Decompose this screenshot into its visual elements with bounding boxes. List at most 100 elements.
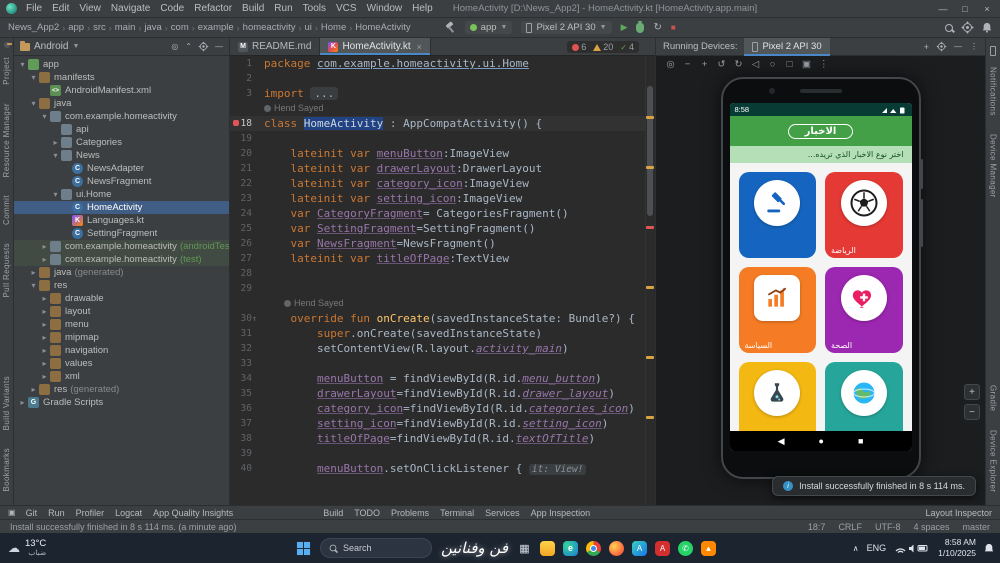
settings-gear-icon[interactable] xyxy=(963,23,972,32)
category-card[interactable] xyxy=(739,172,817,258)
code-line[interactable]: 2 xyxy=(230,71,645,86)
home-nav-icon[interactable]: ● xyxy=(819,436,824,446)
author-inlay[interactable]: Hend Sayed xyxy=(284,296,344,311)
code-line[interactable]: 21 lateinit var drawerLayout:DrawerLayou… xyxy=(230,161,645,176)
category-card[interactable]: السياسة xyxy=(739,267,817,353)
menu-refactor[interactable]: Refactor xyxy=(189,3,237,14)
tree-row[interactable]: ▸com.example.homeactivity(androidTest) xyxy=(14,240,229,253)
android-studio-icon[interactable] xyxy=(632,541,647,556)
menu-help[interactable]: Help xyxy=(407,3,438,14)
volume-up-icon[interactable]: + xyxy=(700,59,709,70)
rotate-left-icon[interactable]: ↺ xyxy=(717,59,726,70)
toolwindow-app-inspection[interactable]: App Inspection xyxy=(531,508,591,518)
maximize-button[interactable]: □ xyxy=(954,0,976,18)
chevron-down-icon[interactable]: ▾ xyxy=(29,281,38,290)
editor-scrollbar[interactable] xyxy=(645,56,655,505)
breadcrumb-item[interactable]: ui xyxy=(304,22,311,33)
device-select[interactable]: Pixel 2 API 30 ▼ xyxy=(521,21,611,34)
code-line[interactable]: Hend Sayed xyxy=(230,296,645,311)
breadcrumb-item[interactable]: java xyxy=(144,22,161,33)
hidden-icons-chevron[interactable]: ∧ xyxy=(853,544,859,553)
panel-settings-icon[interactable] xyxy=(200,43,207,50)
editor-tab-homeactivity-kt[interactable]: KHomeActivity.kt× xyxy=(320,38,430,55)
inspection-warning[interactable]: 20 xyxy=(593,42,613,52)
inspection-error[interactable]: 6 xyxy=(572,42,586,52)
device-manager-icon[interactable] xyxy=(990,46,996,56)
code-line[interactable]: 37 setting_icon=findViewById(R.id.settin… xyxy=(230,416,645,431)
chevron-down-icon[interactable]: ▾ xyxy=(51,151,60,160)
tree-row[interactable]: ▸layout xyxy=(14,305,229,318)
apply-changes-button[interactable]: ↻ xyxy=(653,22,661,33)
more-options-icon[interactable]: ⋮ xyxy=(970,42,978,51)
network-volume-battery-icons[interactable] xyxy=(894,542,930,554)
whatsapp-icon[interactable] xyxy=(678,541,693,556)
chevron-right-icon[interactable]: ▸ xyxy=(51,138,60,147)
recents-nav-icon[interactable]: ■ xyxy=(858,436,863,446)
language-indicator[interactable]: ENG xyxy=(867,543,887,553)
toolwindow-switcher-icon[interactable]: ▣ xyxy=(8,508,16,517)
start-button-icon[interactable] xyxy=(296,541,311,556)
status-utf-8[interactable]: UTF-8 xyxy=(875,522,901,532)
menu-edit[interactable]: Edit xyxy=(47,3,74,14)
volume-down-icon[interactable]: − xyxy=(683,59,692,70)
toolwindow-profiler[interactable]: Profiler xyxy=(76,508,105,518)
panel-settings-icon[interactable] xyxy=(938,43,945,50)
toolwindow-git[interactable]: Git xyxy=(26,508,38,518)
chevron-down-icon[interactable]: ▾ xyxy=(18,60,27,69)
tool-button-pull-requests[interactable]: Pull Requests xyxy=(2,243,11,298)
scrollbar-thumb[interactable] xyxy=(647,86,653,216)
code-line[interactable]: 22 lateinit var category_icon:ImageView xyxy=(230,176,645,191)
chevron-right-icon[interactable]: ▸ xyxy=(40,255,49,264)
zoom-out-button[interactable]: − xyxy=(964,404,980,420)
menu-navigate[interactable]: Navigate xyxy=(106,3,155,14)
menu-code[interactable]: Code xyxy=(155,3,189,14)
breadcrumb-item[interactable]: com xyxy=(171,22,189,33)
status-4-spaces[interactable]: 4 spaces xyxy=(913,522,949,532)
chevron-right-icon[interactable]: ▸ xyxy=(40,333,49,342)
tree-row[interactable]: ▸menu xyxy=(14,318,229,331)
chevron-down-icon[interactable]: ▾ xyxy=(40,112,49,121)
code-line[interactable]: 35 drawerLayout=findViewById(R.id.drawer… xyxy=(230,386,645,401)
hide-panel-icon[interactable]: — xyxy=(215,42,223,51)
chevron-right-icon[interactable]: ▸ xyxy=(18,398,27,407)
tree-row[interactable]: ▸navigation xyxy=(14,344,229,357)
tree-row[interactable]: ▸com.example.homeactivity(test) xyxy=(14,253,229,266)
power-icon[interactable]: ◎ xyxy=(666,59,675,70)
toolwindow-run[interactable]: Run xyxy=(48,508,65,518)
code-line[interactable]: 38 titleOfPage=findViewById(R.id.textOfT… xyxy=(230,431,645,446)
chevron-right-icon[interactable]: ▸ xyxy=(29,385,38,394)
breadcrumb-item[interactable]: News_App2 xyxy=(8,22,59,33)
code-line[interactable]: 24 var CategoryFragment= CategoriesFragm… xyxy=(230,206,645,221)
tree-row[interactable]: ▾News xyxy=(14,149,229,162)
chevron-right-icon[interactable]: ▸ xyxy=(40,359,49,368)
tree-row[interactable]: ▾java xyxy=(14,97,229,110)
phone-screen[interactable]: 8:58 الاخبار اختر نوع الاخبار الذي تريده… xyxy=(730,103,912,451)
tool-button-resource-manager[interactable]: Resource Manager xyxy=(2,103,11,177)
tree-row[interactable]: ▾app xyxy=(14,58,229,71)
close-icon[interactable]: × xyxy=(417,42,422,52)
weather-widget[interactable]: ☁ 13°C ضباب xyxy=(8,533,46,563)
chevron-down-icon[interactable]: ▾ xyxy=(29,73,38,82)
tree-row[interactable]: <>AndroidManifest.xml xyxy=(14,84,229,97)
collapse-all-icon[interactable]: ⌃ xyxy=(185,42,192,51)
tool-button-project[interactable]: Project xyxy=(2,57,11,85)
toolwindow-todo[interactable]: TODO xyxy=(354,508,380,518)
tree-row[interactable]: ▸Categories xyxy=(14,136,229,149)
author-inlay[interactable]: Hend Sayed xyxy=(264,101,324,116)
chevron-right-icon[interactable]: ▸ xyxy=(40,294,49,303)
toolwindow-logcat[interactable]: Logcat xyxy=(115,508,142,518)
tree-row[interactable]: KLanguages.kt xyxy=(14,214,229,227)
firefox-browser-icon[interactable] xyxy=(609,541,624,556)
code-line[interactable]: 36 category_icon=findViewById(R.id.categ… xyxy=(230,401,645,416)
phone-emulator[interactable]: 8:58 الاخبار اختر نوع الاخبار الذي تريده… xyxy=(721,77,921,479)
toolwindow-layout-inspector[interactable]: Layout Inspector xyxy=(925,508,992,518)
tree-row[interactable]: ▾res xyxy=(14,279,229,292)
code-line[interactable]: 23 lateinit var setting_icon:ImageView xyxy=(230,191,645,206)
code-line[interactable]: 28 xyxy=(230,266,645,281)
tool-button-build-variants[interactable]: Build Variants xyxy=(2,376,11,430)
chevron-right-icon[interactable]: ▸ xyxy=(40,320,49,329)
tree-row[interactable]: ▾ui.Home xyxy=(14,188,229,201)
code-line[interactable]: 31 super.onCreate(savedInstanceState) xyxy=(230,326,645,341)
locate-file-icon[interactable]: ◎ xyxy=(171,42,178,51)
run-configuration-select[interactable]: app ▼ xyxy=(465,21,513,34)
